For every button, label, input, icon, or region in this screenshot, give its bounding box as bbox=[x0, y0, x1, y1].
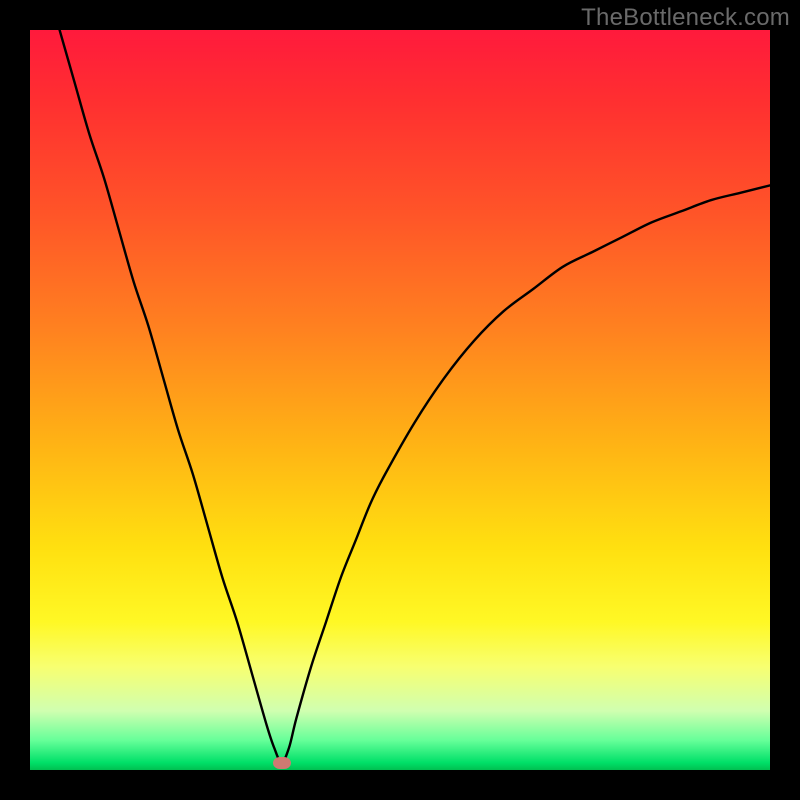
plot-area bbox=[30, 30, 770, 770]
minimum-marker bbox=[273, 757, 291, 769]
chart-frame: TheBottleneck.com bbox=[0, 0, 800, 800]
curve-svg bbox=[30, 30, 770, 770]
watermark-text: TheBottleneck.com bbox=[581, 4, 790, 32]
bottleneck-curve bbox=[60, 30, 770, 763]
